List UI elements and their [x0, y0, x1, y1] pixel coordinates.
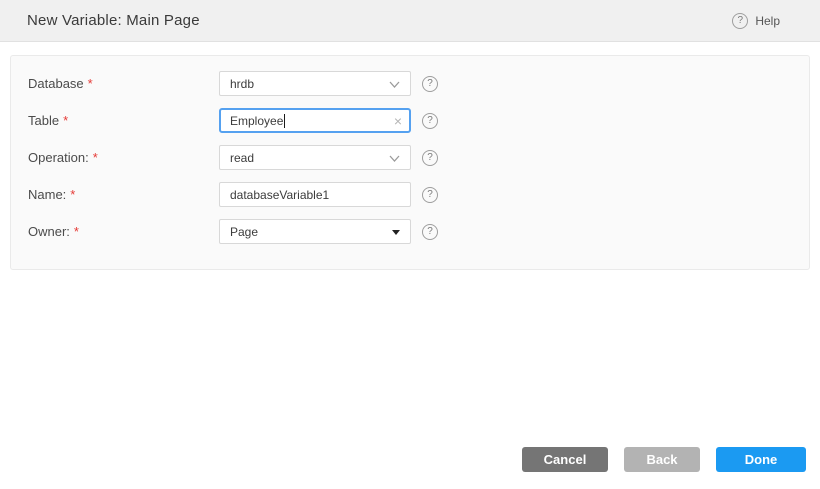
database-select-value: hrdb	[230, 76, 255, 91]
dialog-header: New Variable: Main Page ? Help	[0, 0, 820, 42]
name-label-text: Name:	[28, 187, 67, 202]
header-help-label[interactable]: Help	[755, 14, 780, 28]
chevron-down-icon	[389, 81, 400, 88]
chevron-down-icon	[389, 155, 400, 162]
required-asterisk: *	[70, 187, 76, 202]
required-asterisk: *	[92, 150, 98, 165]
header-help-link[interactable]: ? Help	[732, 12, 780, 29]
form-row-owner: Owner: * Page ?	[28, 219, 809, 244]
operation-select-value: read	[230, 150, 255, 165]
help-icon[interactable]: ?	[422, 112, 438, 129]
name-label: Name: *	[28, 187, 219, 202]
table-label-text: Table	[28, 113, 60, 128]
done-button[interactable]: Done	[716, 447, 806, 472]
form-row-database: Database * hrdb ?	[28, 71, 809, 96]
required-asterisk: *	[63, 113, 69, 128]
help-icon[interactable]: ?	[422, 149, 438, 166]
table-input-value: Employee	[230, 113, 284, 128]
database-select[interactable]: hrdb	[219, 71, 411, 96]
owner-select[interactable]: Page	[219, 219, 411, 244]
owner-select-value: Page	[230, 224, 259, 239]
required-asterisk: *	[87, 76, 93, 91]
form-row-name: Name:* ?	[28, 182, 809, 207]
dialog-footer: Cancel Back Done	[522, 447, 806, 472]
database-label: Database *	[28, 76, 219, 91]
help-icon[interactable]: ?	[422, 223, 438, 240]
operation-label-text: Operation:	[28, 150, 89, 165]
cancel-button[interactable]: Cancel	[522, 447, 608, 472]
database-label-text: Database	[28, 76, 84, 91]
operation-select[interactable]: read	[219, 145, 411, 170]
table-label: Table *	[28, 113, 219, 128]
name-input[interactable]	[219, 182, 411, 207]
clear-icon[interactable]: ×	[394, 113, 402, 129]
owner-label-text: Owner:	[28, 224, 70, 239]
help-icon[interactable]: ?	[732, 12, 749, 29]
caret-down-icon	[392, 230, 400, 235]
required-asterisk: *	[73, 224, 79, 239]
page-title: New Variable: Main Page	[27, 12, 200, 29]
table-input[interactable]: Employee ×	[219, 108, 411, 133]
form-panel: Database * hrdb ? Table * Employee × ? Ope…	[10, 55, 810, 270]
owner-label: Owner: *	[28, 224, 219, 239]
operation-label: Operation: *	[28, 150, 219, 165]
form-row-operation: Operation: * read ?	[28, 145, 809, 170]
back-button[interactable]: Back	[624, 447, 700, 472]
text-caret	[284, 113, 286, 128]
form-row-table: Table * Employee × ?	[28, 108, 809, 133]
help-icon[interactable]: ?	[422, 75, 438, 92]
help-icon[interactable]: ?	[422, 186, 438, 203]
